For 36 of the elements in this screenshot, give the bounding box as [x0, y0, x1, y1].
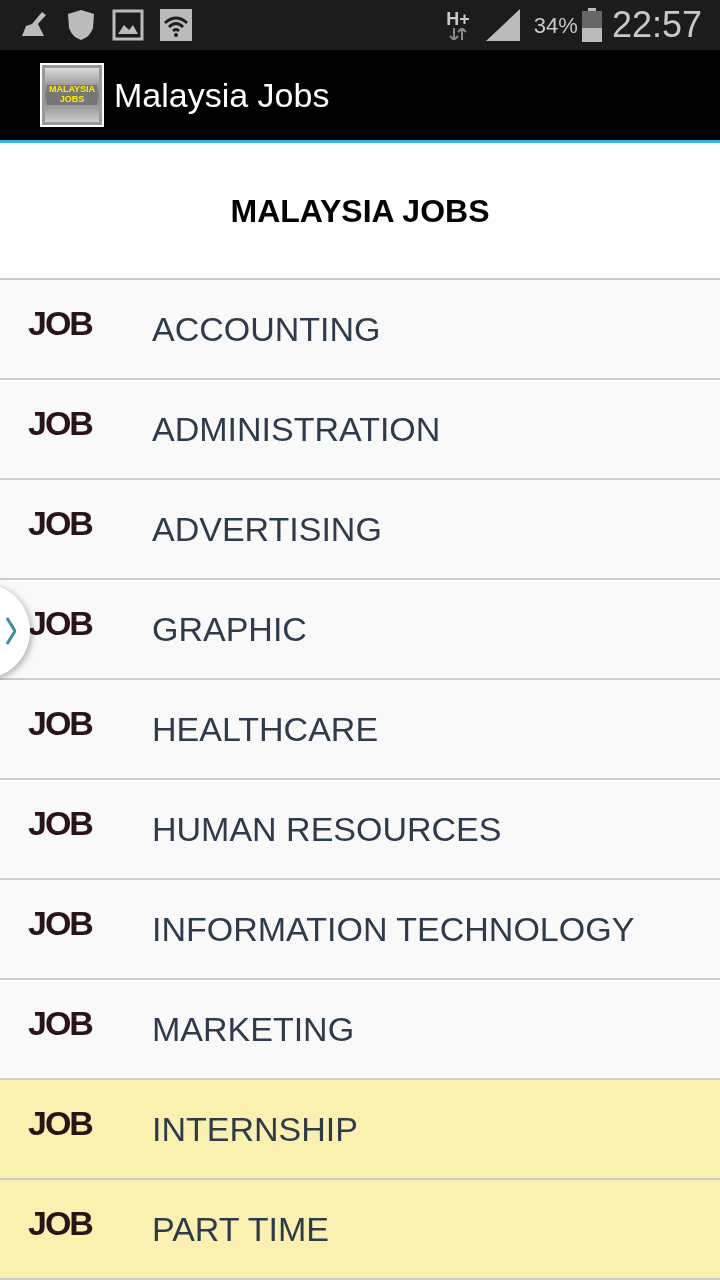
logo-text: MALAYSIA JOBS [47, 85, 97, 105]
battery-percent: 34% [533, 11, 578, 40]
job-label: JOB [28, 302, 94, 344]
battery-icon [581, 8, 602, 42]
category-label: GRAPHIC [152, 608, 307, 650]
job-label: JOB [28, 702, 94, 744]
job-label: JOB [28, 602, 94, 644]
image-icon [112, 9, 144, 41]
category-label: PART TIME [152, 1208, 329, 1250]
category-label: INTERNSHIP [152, 1108, 358, 1150]
data-arrows-icon [449, 28, 468, 40]
page-title: MALAYSIA JOBS [230, 191, 490, 231]
network-type: H+ [446, 10, 470, 28]
category-row[interactable]: JOB PART TIME [0, 1180, 720, 1280]
category-label: INFORMATION TECHNOLOGY [152, 908, 635, 950]
app-logo[interactable]: MALAYSIA JOBS [40, 63, 104, 127]
wifi-icon [160, 9, 192, 41]
job-label: JOB [28, 1202, 94, 1244]
chevron-right-icon [6, 617, 16, 645]
clock: 22:57 [611, 3, 702, 47]
signal-icon [485, 9, 520, 41]
category-label: ACCOUNTING [152, 308, 381, 350]
category-label: MARKETING [152, 1008, 355, 1050]
job-label: JOB [28, 902, 94, 944]
job-label: JOB [28, 802, 94, 844]
category-label: HEALTHCARE [152, 708, 379, 750]
category-label: ADVERTISING [152, 508, 382, 550]
category-label: HUMAN RESOURCES [152, 808, 502, 850]
job-label: JOB [28, 1102, 94, 1144]
job-label: JOB [28, 1002, 94, 1044]
shield-icon [66, 8, 96, 42]
job-label: JOB [28, 502, 94, 544]
category-row[interactable]: JOB INTERNSHIP [0, 1080, 720, 1180]
category-label: ADMINISTRATION [152, 408, 441, 450]
app-title: Malaysia Jobs [114, 74, 330, 116]
job-label: JOB [28, 402, 94, 444]
